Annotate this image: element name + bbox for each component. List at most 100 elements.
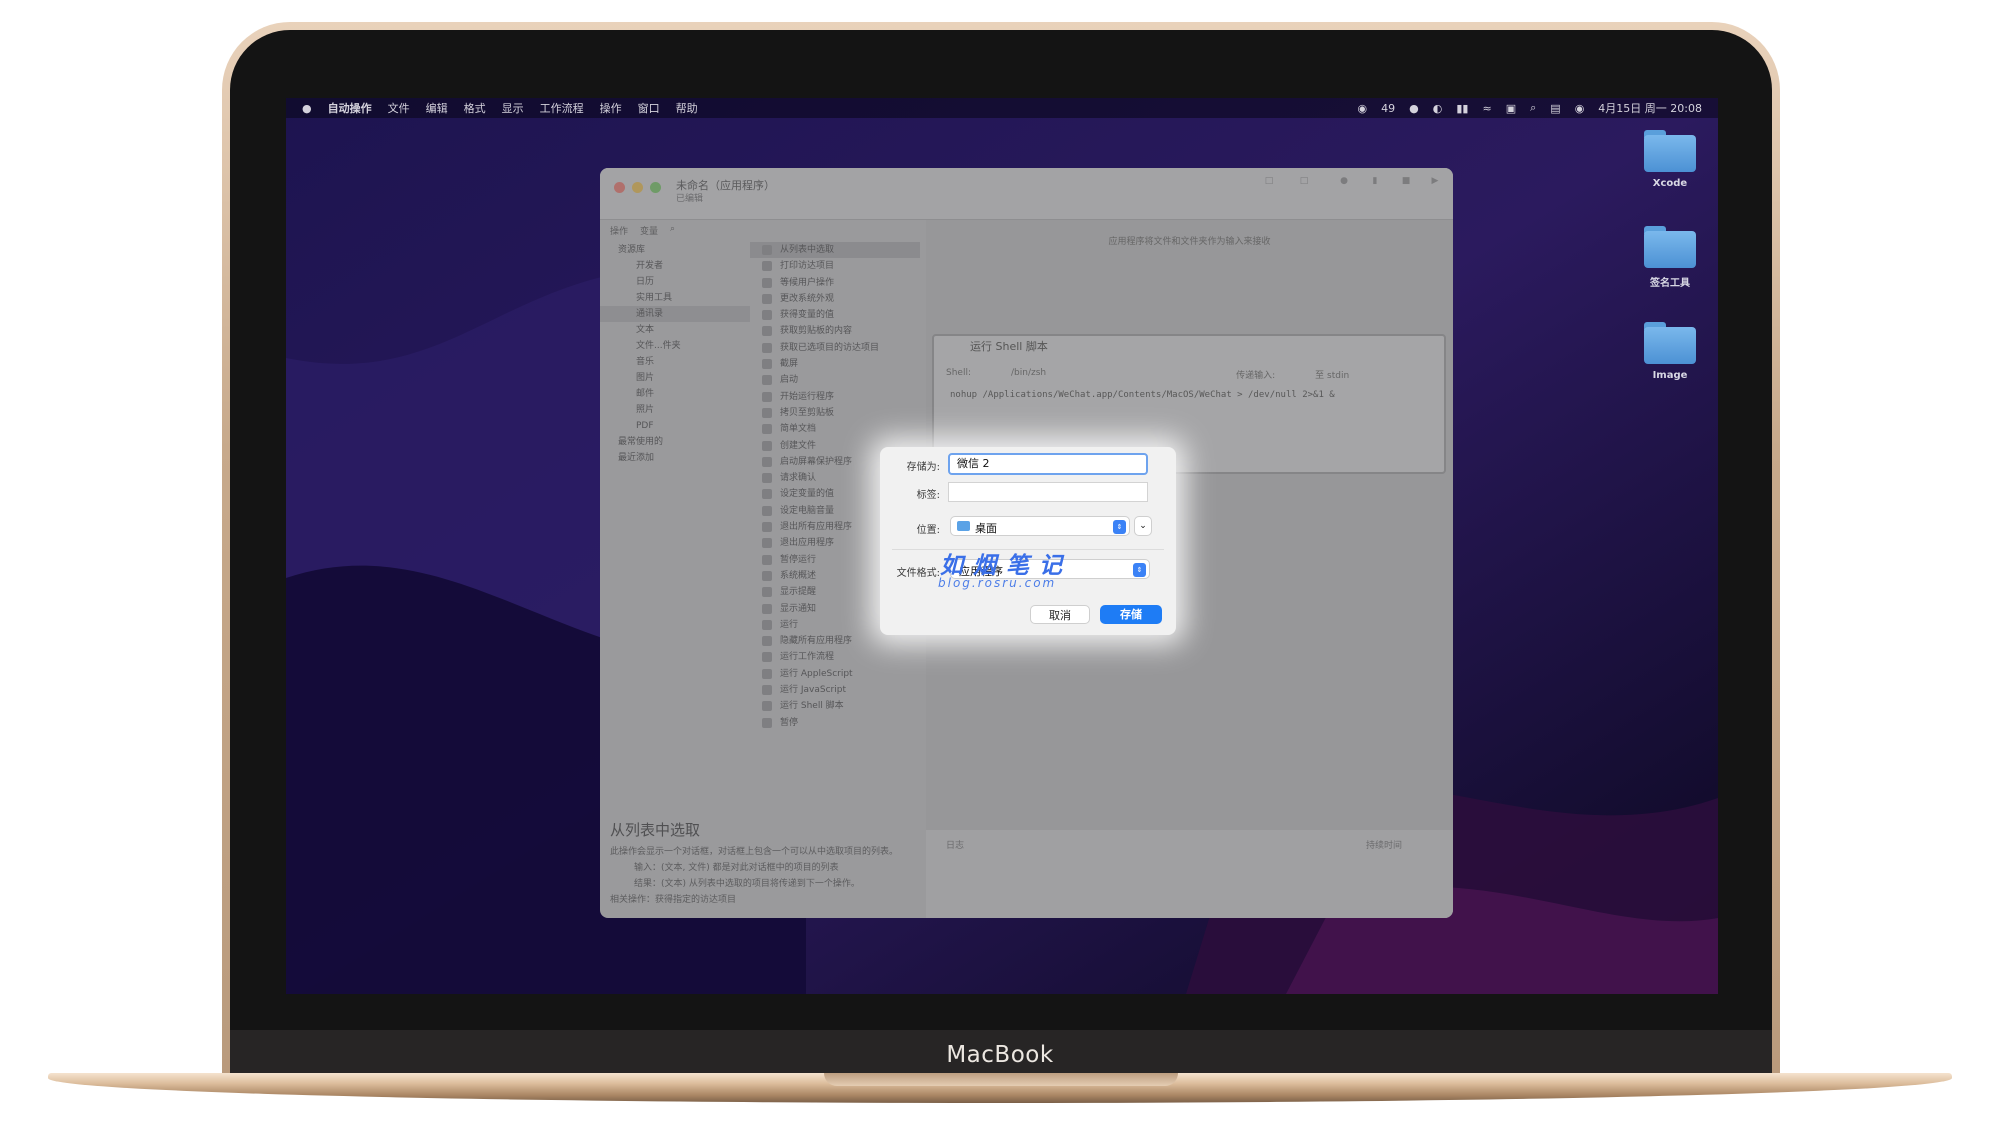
tab-variables[interactable]: 变量 (640, 224, 658, 237)
window-titlebar: 未命名（应用程序） 已编辑 □ □ ● ▮ ■ ▶ (600, 168, 1453, 220)
input-label: 传递输入: (1236, 371, 1276, 381)
location-value: 桌面 (975, 522, 997, 535)
menu-window[interactable]: 窗口 (638, 100, 660, 116)
action-item[interactable]: 从列表中选取 (750, 242, 920, 259)
library-tabs: 操作 变量 ⌕ (610, 224, 675, 237)
library-item[interactable]: 邮件 (600, 386, 750, 402)
action-item[interactable]: 简单文档 (750, 421, 920, 437)
action-item[interactable]: 运行 AppleScript (750, 666, 920, 682)
menu-help[interactable]: 帮助 (676, 100, 698, 116)
menu-edit[interactable]: 编辑 (426, 100, 448, 116)
shell-select[interactable]: /bin/zsh (1011, 368, 1046, 381)
control-center-icon[interactable]: ▤ (1550, 102, 1560, 115)
action-item[interactable]: 打印访达项目 (750, 258, 920, 274)
menu-view[interactable]: 显示 (502, 100, 524, 116)
clock[interactable]: 4月15日 周一 20:08 (1598, 100, 1702, 116)
save-as-field[interactable]: 微信 2 (948, 453, 1148, 475)
action-item[interactable]: 拷贝至剪贴板 (750, 405, 920, 421)
menu-format[interactable]: 格式 (464, 100, 486, 116)
window-subtitle: 已编辑 (676, 194, 704, 204)
folder-icon (1644, 130, 1696, 172)
description-title: 从列表中选取 (610, 821, 701, 839)
shell-label: Shell: (946, 368, 971, 378)
action-item[interactable]: 开始运行程序 (750, 389, 920, 405)
close-button[interactable] (614, 182, 625, 193)
action-item[interactable]: 启动 (750, 372, 920, 388)
action-item[interactable]: 等候用户操作 (750, 275, 920, 291)
zoom-button[interactable] (650, 182, 661, 193)
tab-actions[interactable]: 操作 (610, 224, 628, 237)
battery-icon[interactable]: ▮▮ (1456, 102, 1468, 115)
save-as-label: 存储为: (906, 462, 940, 473)
tags-field[interactable] (948, 482, 1148, 502)
media-icon[interactable]: □ (1295, 176, 1313, 200)
location-label: 位置: (916, 525, 940, 536)
description-result: 结果：(文本) 从列表中选取的项目将传递到下一个操作。 (634, 879, 860, 889)
sync-icon[interactable]: ◐ (1433, 102, 1443, 115)
input-select[interactable]: 至 stdin (1315, 368, 1349, 381)
apple-icon[interactable]: ● (302, 102, 312, 115)
stop-icon[interactable]: ■ (1397, 176, 1415, 200)
folder-icon (1644, 322, 1696, 364)
location-select[interactable]: 桌面 ⇕ (950, 516, 1130, 536)
action-item[interactable]: 运行 Shell 脚本 (750, 698, 920, 714)
library-item[interactable]: 图片 (600, 370, 750, 386)
expand-button[interactable]: ⌄ (1134, 516, 1152, 536)
library-item[interactable]: 资源库 (600, 242, 750, 258)
record-icon[interactable]: ● (1335, 176, 1353, 200)
library-item[interactable]: 开发者 (600, 258, 750, 274)
library-item[interactable]: 日历 (600, 274, 750, 290)
library-item[interactable]: 文件...件夹 (600, 338, 750, 354)
desktop-icon-image[interactable]: Image (1631, 322, 1709, 381)
desktop-icon-xcode[interactable]: Xcode (1631, 130, 1709, 189)
save-button[interactable]: 存储 (1100, 605, 1162, 624)
screen: ● 自动操作 文件 编辑 格式 显示 工作流程 操作 窗口 帮助 ◉ 49 ● … (286, 98, 1718, 994)
cancel-button[interactable]: 取消 (1030, 605, 1090, 624)
action-item[interactable]: 获取剪贴板的内容 (750, 323, 920, 339)
action-item[interactable]: 获得变量的值 (750, 307, 920, 323)
wechat-icon[interactable]: ◉ (1358, 102, 1368, 115)
search-icon[interactable]: ⌕ (670, 224, 675, 237)
library-item[interactable]: 文本 (600, 322, 750, 338)
menu-app-name[interactable]: 自动操作 (328, 100, 372, 116)
menu-file[interactable]: 文件 (388, 100, 410, 116)
run-icon[interactable]: ▶ (1426, 176, 1444, 200)
input-method-icon[interactable]: ▣ (1506, 102, 1516, 115)
desktop-icon-label: Xcode (1652, 178, 1688, 189)
microphone-icon[interactable]: ● (1409, 102, 1419, 115)
menu-actions[interactable]: 操作 (600, 100, 622, 116)
tags-label: 标签: (916, 490, 940, 501)
script-editor[interactable]: nohup /Applications/WeChat.app/Contents/… (950, 390, 1335, 400)
minimize-button[interactable] (632, 182, 643, 193)
library-item[interactable]: 最常使用的 (600, 434, 750, 450)
action-item[interactable]: 运行工作流程 (750, 649, 920, 665)
menu-workflow[interactable]: 工作流程 (540, 100, 584, 116)
folder-icon (1644, 226, 1696, 268)
library-item[interactable]: 最近添加 (600, 450, 750, 466)
log-column: 日志 (946, 841, 965, 851)
library-item[interactable]: 通讯录 (600, 306, 750, 322)
library-item[interactable]: PDF (600, 418, 750, 434)
step-icon[interactable]: ▮ (1366, 176, 1384, 200)
action-title: 运行 Shell 脚本 (970, 340, 1048, 353)
action-item[interactable]: 截屏 (750, 356, 920, 372)
action-item[interactable]: 运行 JavaScript (750, 682, 920, 698)
desktop-icon-label: 签名工具 (1650, 278, 1690, 289)
siri-icon[interactable]: ◉ (1575, 102, 1585, 115)
library-icon[interactable]: □ (1260, 176, 1278, 200)
hinge-notch (824, 1073, 1178, 1086)
duration-column: 持续时间 (1366, 841, 1403, 851)
library-item[interactable]: 实用工具 (600, 290, 750, 306)
watermark-title: 如烟笔记 (940, 552, 1072, 579)
action-item[interactable]: 隐藏所有应用程序 (750, 633, 920, 649)
watermark-url: blog.rosru.com (938, 576, 1057, 590)
wifi-icon[interactable]: ≈ (1482, 102, 1491, 115)
action-item[interactable]: 暂停 (750, 715, 920, 731)
library-item[interactable]: 照片 (600, 402, 750, 418)
library-item[interactable]: 音乐 (600, 354, 750, 370)
save-dialog: 存储为: 微信 2 标签: 位置: 桌面 ⇕ ⌄ 文件格式: 应用程序 ⇕ 取消… (880, 447, 1176, 635)
search-icon[interactable]: ⌕ (1530, 101, 1536, 115)
action-item[interactable]: 更改系统外观 (750, 291, 920, 307)
action-item[interactable]: 获取已选项目的访达项目 (750, 340, 920, 356)
desktop-icon-sign-tool[interactable]: 签名工具 (1631, 226, 1709, 289)
